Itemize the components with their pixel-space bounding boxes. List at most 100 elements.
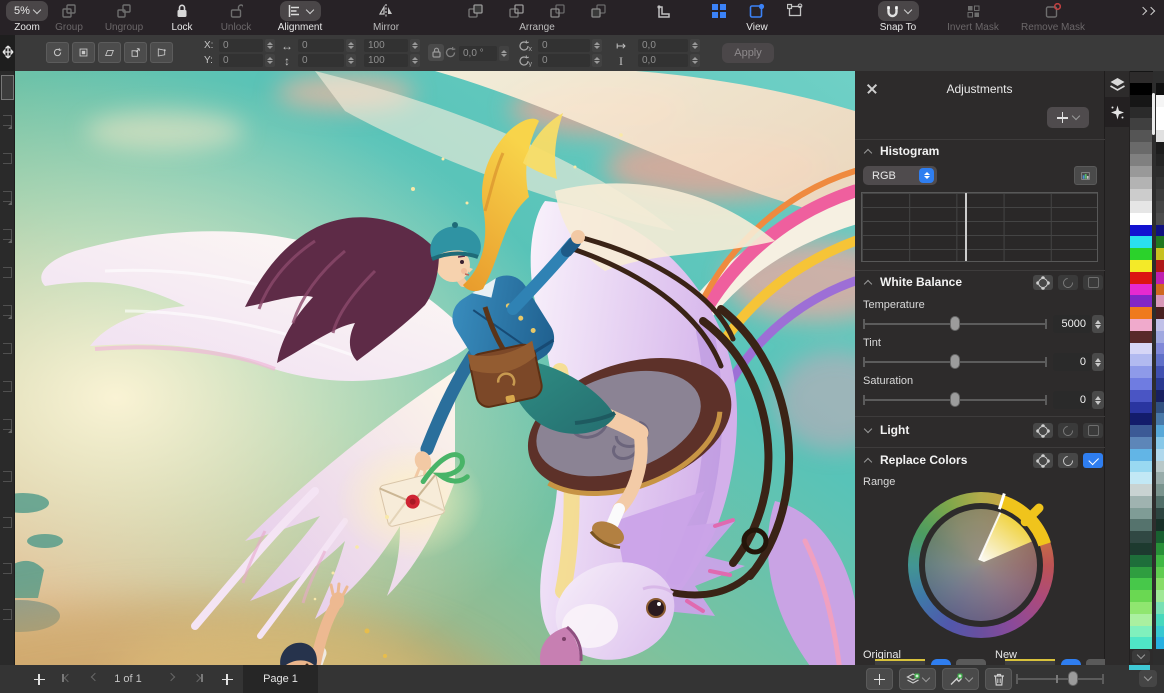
palette-swatch[interactable]	[1156, 236, 1164, 248]
tool-button-partial[interactable]	[3, 343, 12, 354]
settings-button[interactable]	[1033, 453, 1053, 468]
tool-button-partial[interactable]	[3, 563, 12, 574]
page-tab[interactable]: Page 1	[243, 665, 318, 693]
palette-swatch[interactable]	[1156, 390, 1164, 402]
palette-swatch[interactable]	[1130, 590, 1152, 602]
mirror-button[interactable]: Mirror	[348, 0, 424, 33]
palette-swatch[interactable]	[1130, 637, 1152, 649]
palette-swatch[interactable]	[1130, 142, 1152, 154]
rotate-tool-button[interactable]	[46, 42, 69, 63]
palette-swatch[interactable]	[1156, 508, 1164, 520]
add-page-button-2[interactable]	[218, 672, 236, 686]
enabled-checkbox[interactable]	[1083, 453, 1103, 468]
collapse-button[interactable]	[1139, 670, 1157, 687]
palette-swatch[interactable]	[1156, 637, 1164, 649]
palette-swatch[interactable]	[1156, 142, 1164, 154]
palette-swatch[interactable]	[1130, 437, 1152, 449]
tool-button-partial[interactable]	[3, 229, 12, 240]
bring-to-front-icon[interactable]	[468, 4, 483, 19]
histogram-chart[interactable]	[861, 192, 1098, 262]
palette-swatch[interactable]	[1130, 425, 1152, 437]
palette-swatch[interactable]	[1156, 555, 1164, 567]
palette-swatch[interactable]	[1130, 201, 1152, 213]
tint-slider[interactable]	[863, 353, 1047, 371]
palette-swatch[interactable]	[1130, 118, 1152, 130]
palette-swatch[interactable]	[1130, 130, 1152, 142]
palette-swatch[interactable]	[1156, 378, 1164, 390]
add-page-button[interactable]	[30, 672, 48, 686]
replace-colors-section-header[interactable]: Replace Colors	[865, 453, 967, 467]
move-x-input[interactable]: 0,0	[638, 39, 688, 52]
aspect-lock-button[interactable]	[428, 44, 444, 61]
palette-expand-button[interactable]	[1132, 650, 1150, 663]
palette-swatch[interactable]	[1130, 390, 1152, 402]
add-color-button[interactable]	[866, 668, 893, 690]
adjustments-panel-tab[interactable]	[1105, 97, 1130, 127]
tool-button-partial[interactable]	[3, 609, 12, 620]
rotation-input[interactable]: 0,0 °	[459, 46, 497, 61]
palette-swatch[interactable]	[1156, 543, 1164, 555]
delete-color-button[interactable]	[985, 668, 1012, 690]
palette-swatch[interactable]	[1130, 366, 1152, 378]
palette-swatch[interactable]	[1130, 484, 1152, 496]
remove-mask-button[interactable]: Remove Mask	[1008, 0, 1098, 33]
light-section-header[interactable]: Light	[865, 423, 909, 437]
ungroup-button[interactable]: Ungroup	[96, 0, 152, 33]
snap-to-button[interactable]	[878, 1, 919, 21]
palette-swatch[interactable]	[1156, 496, 1164, 508]
reset-button[interactable]	[1058, 453, 1078, 468]
palette-swatch[interactable]	[1130, 602, 1152, 614]
reset-button[interactable]	[1058, 423, 1078, 438]
palette-swatch[interactable]	[1156, 118, 1164, 130]
skew-y-stepper[interactable]	[592, 54, 602, 67]
palette-swatch[interactable]	[1130, 166, 1152, 178]
palette-swatch[interactable]	[1130, 519, 1152, 531]
palette-swatch[interactable]	[1130, 531, 1152, 543]
enable-checkbox[interactable]	[1083, 423, 1103, 438]
unlock-button[interactable]: Unlock	[210, 0, 262, 33]
view-mask-icon[interactable]	[749, 3, 765, 19]
palette-swatch[interactable]	[1156, 154, 1164, 166]
tint-value[interactable]: 0	[1053, 353, 1091, 371]
saturation-slider[interactable]	[863, 391, 1047, 409]
palette-swatch[interactable]	[1130, 284, 1152, 296]
palette-swatch[interactable]	[1156, 614, 1164, 626]
scale-w-stepper[interactable]	[410, 39, 420, 52]
reset-button[interactable]	[1058, 275, 1078, 290]
active-tool-cell[interactable]	[0, 35, 15, 71]
palette-swatch[interactable]	[1156, 484, 1164, 496]
palette-swatch[interactable]	[1130, 508, 1152, 520]
histogram-options-button[interactable]	[1074, 166, 1097, 185]
palette-swatch[interactable]	[1156, 402, 1164, 414]
add-adjustment-button[interactable]	[1047, 107, 1089, 128]
palette-swatch[interactable]	[1130, 354, 1152, 366]
palette-swatch[interactable]	[1156, 425, 1164, 437]
palette-swatch[interactable]	[1156, 307, 1164, 319]
slider-thumb[interactable]	[1068, 671, 1078, 686]
move-x-stepper[interactable]	[690, 39, 700, 52]
palette-swatch[interactable]	[1156, 319, 1164, 331]
palette-swatch[interactable]	[1156, 284, 1164, 296]
palette-swatch[interactable]	[1130, 343, 1152, 355]
palette-swatch[interactable]	[1156, 567, 1164, 579]
palette-swatch[interactable]	[1130, 614, 1152, 626]
scale-h-input[interactable]: 100	[364, 54, 408, 67]
palette-swatch[interactable]	[1130, 578, 1152, 590]
palette-swatch[interactable]	[1156, 461, 1164, 473]
selected-tool-partial[interactable]	[1, 75, 14, 100]
palette-swatch[interactable]	[1130, 95, 1152, 107]
next-page-button[interactable]	[168, 674, 174, 680]
histogram-section-header[interactable]: Histogram	[865, 144, 939, 158]
palette-swatch[interactable]	[1156, 260, 1164, 272]
height-input[interactable]: 0	[298, 54, 344, 67]
send-to-back-icon[interactable]	[591, 4, 606, 19]
palette-swatch[interactable]	[1156, 107, 1164, 119]
palette-swatch[interactable]	[1130, 213, 1152, 225]
tool-button-partial[interactable]	[3, 419, 12, 430]
settings-button[interactable]	[1033, 423, 1053, 438]
temperature-value[interactable]: 5000	[1053, 315, 1091, 333]
last-page-button[interactable]	[194, 674, 203, 682]
scale-w-input[interactable]: 100	[364, 39, 408, 52]
tool-button-partial[interactable]	[3, 267, 12, 278]
temperature-slider[interactable]	[863, 315, 1047, 333]
